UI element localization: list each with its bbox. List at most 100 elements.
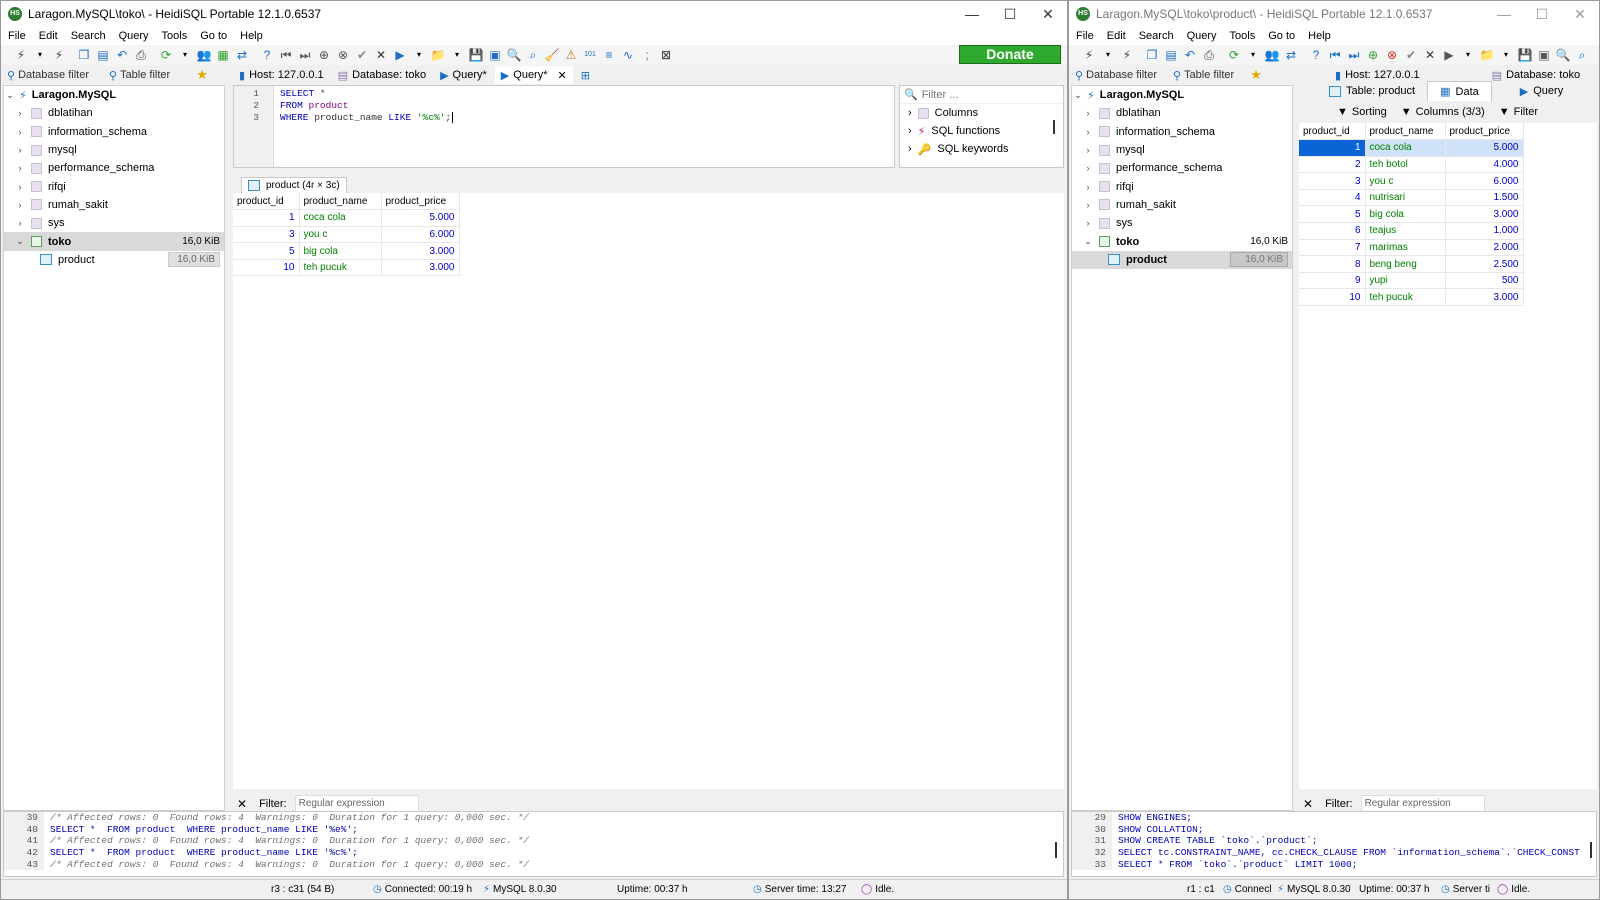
wrap-icon[interactable]: ≡	[601, 47, 617, 63]
cell-name[interactable]: yupi	[1365, 272, 1446, 290]
first-record-icon[interactable]: ⏮	[278, 47, 294, 63]
collapse-icon[interactable]: ⌄	[1072, 90, 1084, 101]
cell-name[interactable]: marimas	[1365, 239, 1446, 257]
expand-icon[interactable]: ›	[1082, 200, 1094, 210]
expand-icon[interactable]: ›	[14, 108, 26, 118]
expand-icon[interactable]: ›	[14, 127, 26, 137]
column-header[interactable]: product_id	[1299, 123, 1366, 141]
collapse-icon[interactable]: ⌄	[14, 236, 26, 247]
cell-name[interactable]: beng beng	[1365, 255, 1446, 273]
cell-price[interactable]: 3.000	[381, 259, 460, 277]
scrollbar-thumb[interactable]	[1055, 842, 1057, 858]
expand-icon[interactable]: ›	[908, 143, 912, 155]
cell-price[interactable]: 5.000	[381, 209, 460, 227]
sync-icon[interactable]: ⇄	[1283, 47, 1299, 63]
close-tab-icon[interactable]: ✕	[558, 69, 567, 82]
tree-item-db[interactable]: › sys	[4, 214, 224, 232]
copy-icon[interactable]: ❐	[76, 47, 92, 63]
connect-icon[interactable]: ⚡	[13, 47, 29, 63]
helper-filter-input[interactable]: 🔍 Filter ...	[900, 86, 1063, 104]
last-record-icon[interactable]: ⏭	[1346, 47, 1362, 63]
table-row[interactable]: 8 beng beng 2.500	[1299, 255, 1524, 273]
cell-name[interactable]: nutrisari	[1365, 189, 1446, 207]
insert-record-icon[interactable]: ⊕	[316, 47, 332, 63]
table-row[interactable]: 10 teh pucuk 3.000	[233, 259, 460, 277]
run-query-icon[interactable]: ▶	[392, 47, 408, 63]
save-as-icon[interactable]: ▣	[487, 47, 503, 63]
menu-search[interactable]: Search	[71, 30, 106, 42]
expand-icon[interactable]: ›	[14, 182, 26, 192]
scrollbar-thumb[interactable]	[1590, 842, 1592, 858]
dropdown-arrow-icon[interactable]: ▾	[1245, 47, 1261, 63]
copy-icon[interactable]: ❐	[1144, 47, 1160, 63]
table-row[interactable]: 3 you c 6.000	[1299, 172, 1524, 190]
tree-item-db[interactable]: › rifqi	[1072, 177, 1292, 195]
dropdown-arrow-icon[interactable]: ▾	[449, 47, 465, 63]
table-row[interactable]: 7 marimas 2.000	[1299, 239, 1524, 257]
save-icon[interactable]: 💾	[1517, 47, 1533, 63]
close-icon[interactable]: ✕	[1029, 6, 1067, 23]
print-icon[interactable]: ⎙	[1201, 47, 1217, 63]
undo-icon[interactable]: ↶	[1182, 47, 1198, 63]
table-row[interactable]: 5 big cola 3.000	[1299, 205, 1524, 224]
help-icon[interactable]: ?	[1308, 47, 1324, 63]
cell-price[interactable]: 4.000	[1445, 156, 1524, 174]
sync-icon[interactable]: ⇄	[234, 47, 250, 63]
tree-item-table-selected[interactable]: product 16,0 KiB	[1072, 250, 1292, 269]
expand-icon[interactable]: ›	[14, 163, 26, 173]
disconnect-icon[interactable]: ⚡	[1119, 47, 1135, 63]
menu-query[interactable]: Query	[1187, 30, 1217, 42]
user-manager-icon[interactable]: 👥	[196, 47, 212, 63]
tab-database[interactable]: ▤ Database: toko	[332, 66, 432, 84]
table-filter[interactable]: ⚲ Table filter	[105, 69, 174, 82]
menu-tools[interactable]: Tools	[162, 30, 188, 42]
cell-id[interactable]: 6	[1299, 222, 1366, 240]
table-row[interactable]: 6 teajus 1.000	[1299, 222, 1524, 240]
cell-name[interactable]: coca cola	[1365, 139, 1446, 157]
cell-price[interactable]: 2.000	[1445, 239, 1524, 257]
menu-file[interactable]: File	[1076, 30, 1094, 42]
collapse-icon[interactable]: ⌄	[4, 90, 16, 101]
menu-tools[interactable]: Tools	[1230, 30, 1256, 42]
cell-id[interactable]: 9	[1299, 272, 1366, 290]
table-filter[interactable]: ⚲ Table filter	[1169, 69, 1238, 82]
user-manager-icon[interactable]: 👥	[1264, 47, 1280, 63]
first-record-icon[interactable]: ⏮	[1327, 47, 1343, 63]
semicolon-icon[interactable]: ;	[639, 47, 655, 63]
expand-icon[interactable]: ›	[1082, 127, 1094, 137]
menu-query[interactable]: Query	[119, 30, 149, 42]
tree-item-db[interactable]: › dblatihan	[1072, 104, 1292, 122]
collapse-icon[interactable]: ⌄	[1082, 236, 1094, 247]
clear-icon[interactable]: 🧹	[544, 47, 560, 63]
tree-item-db[interactable]: › information_schema	[4, 123, 224, 141]
dropdown-arrow-icon[interactable]: ▾	[1100, 47, 1116, 63]
dropdown-arrow-icon[interactable]: ▾	[32, 47, 48, 63]
refresh-icon[interactable]: ⟳	[158, 47, 174, 63]
open-folder-icon[interactable]: 📁	[1479, 47, 1495, 63]
tree-item-db[interactable]: › information_schema	[1072, 123, 1292, 141]
tree-item-db[interactable]: › dblatihan	[4, 104, 224, 122]
delete-record-icon[interactable]: ⊗	[1384, 47, 1400, 63]
cell-id[interactable]: 2	[1299, 156, 1366, 174]
expand-icon[interactable]: ›	[14, 200, 26, 210]
filter-button[interactable]: ▼ Filter	[1499, 106, 1538, 118]
save-icon[interactable]: 💾	[468, 47, 484, 63]
cancel-icon[interactable]: ✕	[373, 47, 389, 63]
tree-item-db[interactable]: › performance_schema	[1072, 159, 1292, 177]
cell-name[interactable]: you c	[299, 226, 382, 244]
open-folder-icon[interactable]: 📁	[430, 47, 446, 63]
column-header[interactable]: product_price	[1445, 123, 1524, 141]
post-icon[interactable]: ✔	[1403, 47, 1419, 63]
find-next-icon[interactable]: ⌕	[525, 47, 541, 63]
cell-id[interactable]: 7	[1299, 239, 1366, 257]
dropdown-arrow-icon[interactable]: ▾	[411, 47, 427, 63]
disconnect-icon[interactable]: ⚡	[51, 47, 67, 63]
print-icon[interactable]: ⎙	[133, 47, 149, 63]
sorting-button[interactable]: ▼ Sorting	[1337, 106, 1387, 118]
menu-help[interactable]: Help	[1308, 30, 1331, 42]
column-header[interactable]: product_name	[299, 193, 382, 211]
cell-id[interactable]: 8	[1299, 255, 1366, 273]
delete-record-icon[interactable]: ⊗	[335, 47, 351, 63]
cell-price[interactable]: 2.500	[1445, 255, 1524, 273]
cell-id[interactable]: 10	[1299, 288, 1366, 307]
